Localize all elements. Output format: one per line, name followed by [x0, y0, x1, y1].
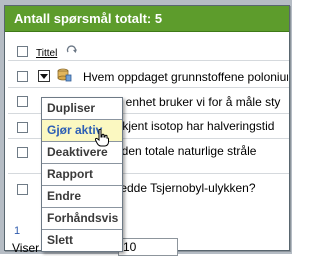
- page-size-input[interactable]: 10: [118, 238, 178, 256]
- row-actions-button[interactable]: [38, 70, 50, 82]
- row-checkbox[interactable]: [17, 122, 28, 133]
- column-title-header[interactable]: Tittel: [36, 48, 57, 59]
- row-context-menu: Dupliser Gjør aktiv Deaktivere Rapport E…: [41, 97, 123, 252]
- dropdown-arrow-icon: [40, 74, 48, 79]
- menu-item-deactivate[interactable]: Deaktivere: [42, 142, 122, 164]
- menu-item-duplicate[interactable]: Dupliser: [42, 98, 122, 120]
- menu-item-report[interactable]: Rapport: [42, 164, 122, 186]
- select-all-checkbox[interactable]: [17, 46, 28, 57]
- row-checkbox[interactable]: [17, 96, 28, 107]
- question-title[interactable]: Hvem oppdaget grunnstoffene polonium: [83, 70, 288, 84]
- row-checkbox[interactable]: [17, 71, 28, 82]
- questions-panel: Antall spørsmål totalt: 5 Tittel Hvem op…: [4, 5, 290, 256]
- menu-item-activate[interactable]: Gjør aktiv: [42, 120, 122, 147]
- window-frame: Antall spørsmål totalt: 5 Tittel Hvem op…: [0, 0, 292, 256]
- sort-icon[interactable]: [66, 44, 78, 56]
- panel-title: Antall spørsmål totalt: 5: [14, 11, 163, 26]
- row-checkbox[interactable]: [17, 147, 28, 158]
- menu-item-preview[interactable]: Forhåndsvis: [42, 208, 122, 230]
- hand-cursor-icon: [95, 129, 109, 147]
- row-divider: [8, 87, 289, 88]
- page-number-link[interactable]: 1: [14, 225, 20, 237]
- panel-header: Antall spørsmål totalt: 5: [5, 6, 289, 32]
- database-icon: [57, 68, 72, 82]
- row-checkbox[interactable]: [17, 184, 28, 195]
- row-divider: [8, 60, 289, 61]
- show-label: Viser: [12, 241, 40, 255]
- menu-item-edit[interactable]: Endre: [42, 186, 122, 208]
- menu-item-delete[interactable]: Slett: [42, 230, 122, 251]
